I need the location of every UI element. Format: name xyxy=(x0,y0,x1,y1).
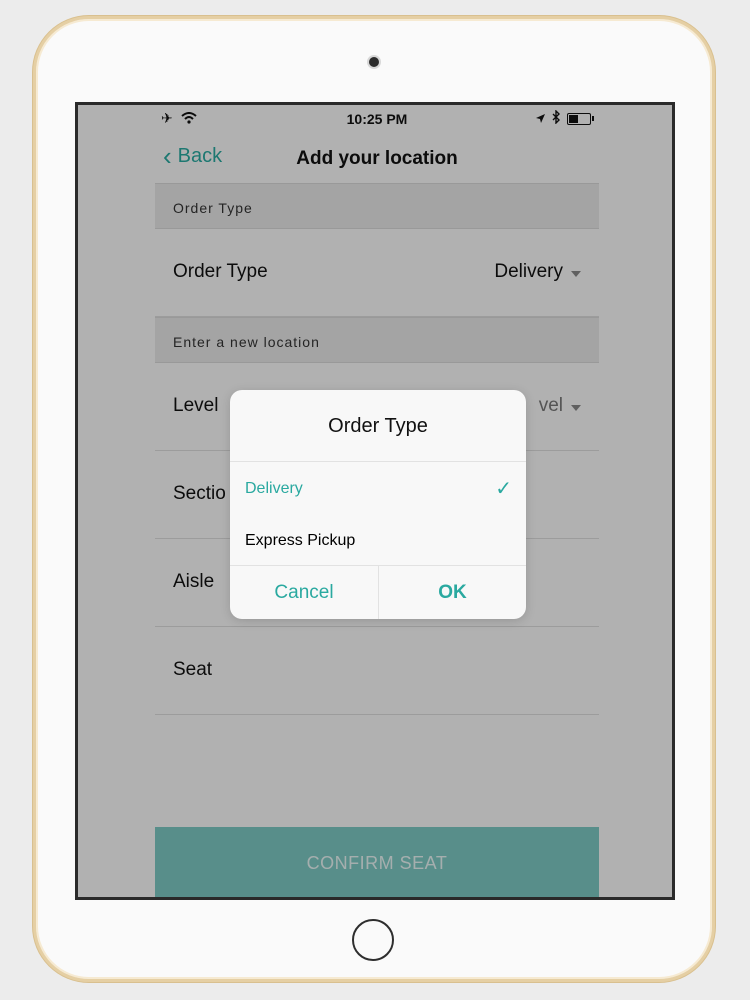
camera-icon xyxy=(369,57,379,67)
checkmark-icon: ✓ xyxy=(495,478,512,500)
option-express-pickup[interactable]: Express Pickup xyxy=(230,514,526,566)
option-delivery[interactable]: Delivery ✓ xyxy=(230,462,526,514)
cancel-button[interactable]: Cancel xyxy=(230,566,378,619)
option-label: Express Pickup xyxy=(245,532,356,549)
option-label: Delivery xyxy=(245,480,303,497)
ok-button[interactable]: OK xyxy=(378,566,526,619)
dialog-title: Order Type xyxy=(328,415,428,437)
home-button[interactable] xyxy=(352,919,394,961)
screen: ✈ 10:25 PM ‹ Back Add your location Orde… xyxy=(75,102,675,900)
order-type-dialog: Order Type Delivery ✓ Express Pickup Can… xyxy=(230,390,526,619)
